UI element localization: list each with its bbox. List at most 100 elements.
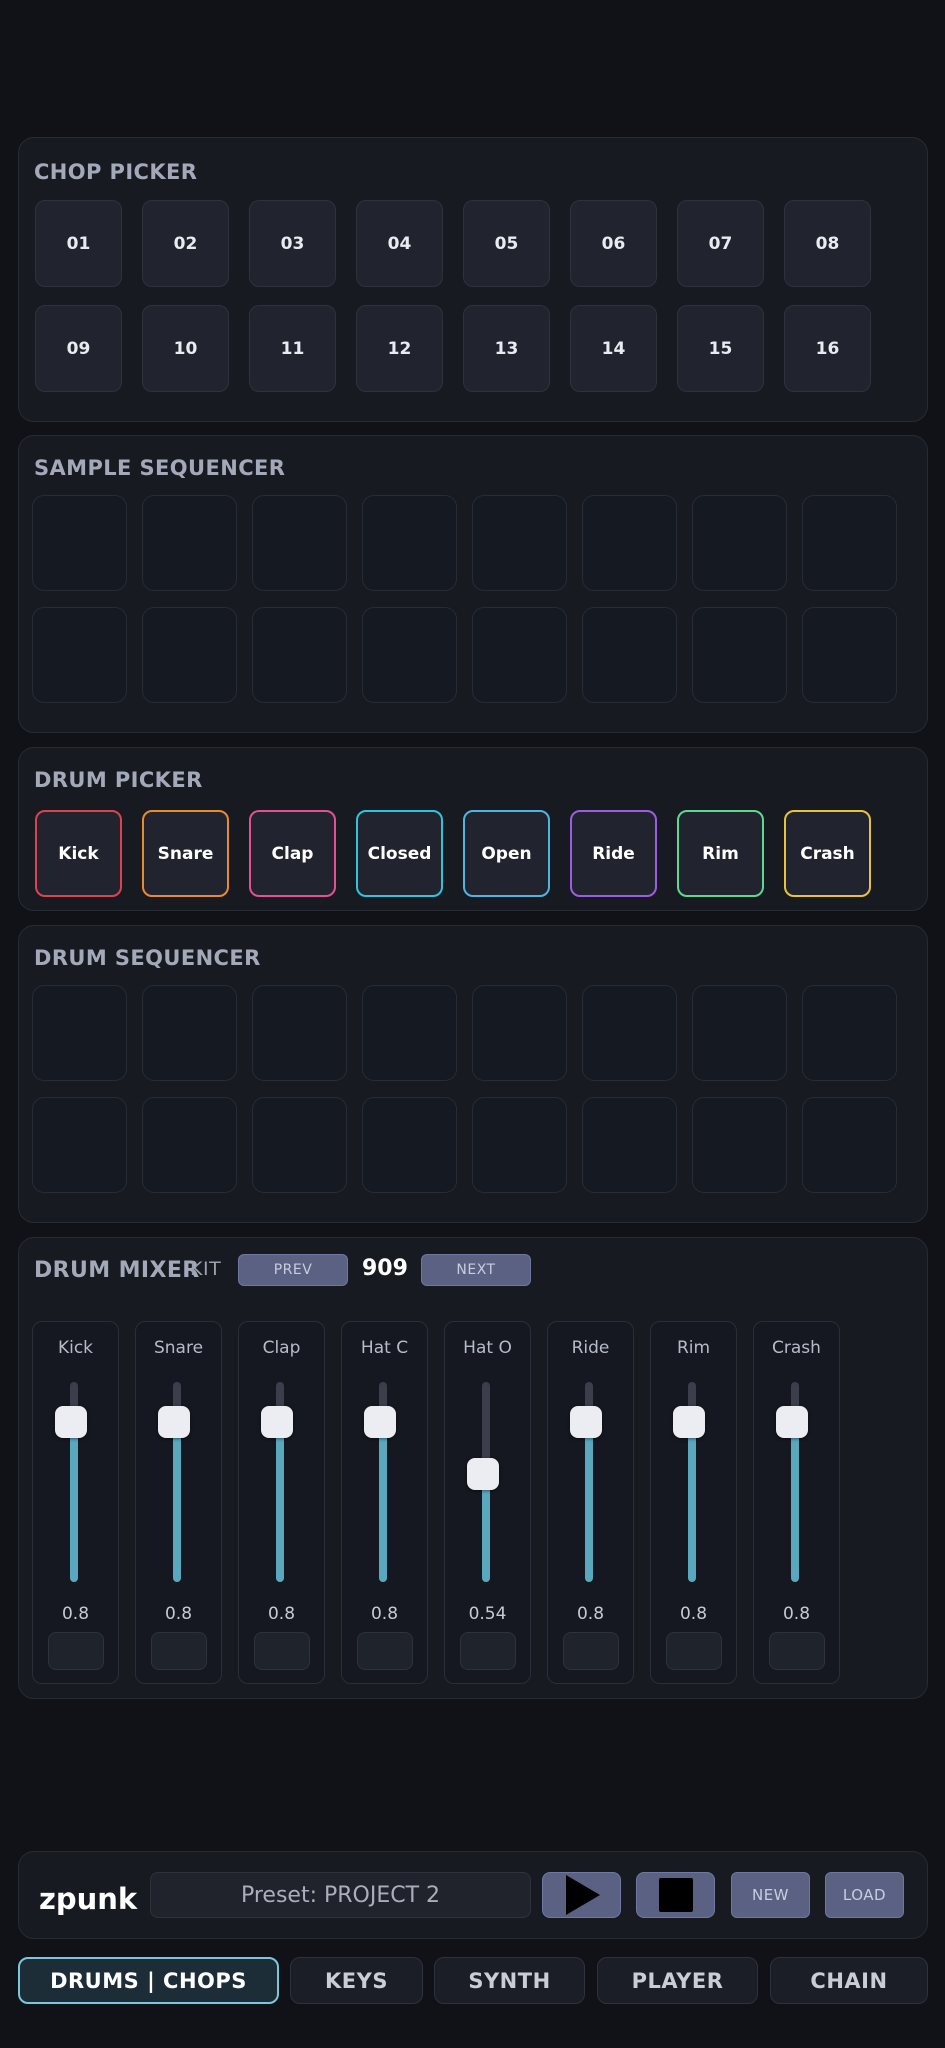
drum-seq-step-9[interactable] <box>32 1097 127 1193</box>
chop-button-04[interactable]: 04 <box>356 200 443 287</box>
kit-prev-button[interactable]: PREV <box>238 1254 348 1286</box>
chop-button-14[interactable]: 14 <box>570 305 657 392</box>
drum-button-clap[interactable]: Clap <box>249 810 336 897</box>
drum-seq-step-3[interactable] <box>252 985 347 1081</box>
chop-button-13[interactable]: 13 <box>463 305 550 392</box>
sample-seq-step-3[interactable] <box>252 495 347 591</box>
drum-seq-step-8[interactable] <box>802 985 897 1081</box>
volume-slider-thumb[interactable] <box>261 1406 293 1438</box>
sample-seq-step-2[interactable] <box>142 495 237 591</box>
sample-seq-step-12[interactable] <box>362 607 457 703</box>
channel-option-box[interactable] <box>563 1632 619 1670</box>
drum-button-closed[interactable]: Closed <box>356 810 443 897</box>
drum-seq-step-14[interactable] <box>582 1097 677 1193</box>
drum-seq-step-10[interactable] <box>142 1097 237 1193</box>
drum-sequencer-title: DRUM SEQUENCER <box>34 946 261 970</box>
sample-seq-step-10[interactable] <box>142 607 237 703</box>
channel-label: Hat C <box>360 1338 409 1358</box>
channel-option-box[interactable] <box>666 1632 722 1670</box>
sample-seq-step-4[interactable] <box>362 495 457 591</box>
drum-seq-step-15[interactable] <box>692 1097 787 1193</box>
chop-button-16[interactable]: 16 <box>784 305 871 392</box>
mixer-channel-clap: Clap 0.8 <box>238 1321 325 1684</box>
sample-seq-step-9[interactable] <box>32 607 127 703</box>
drum-seq-step-1[interactable] <box>32 985 127 1081</box>
new-button[interactable]: NEW <box>731 1872 810 1918</box>
tab-synth[interactable]: SYNTH <box>434 1957 585 2004</box>
sample-seq-step-11[interactable] <box>252 607 347 703</box>
stop-button[interactable] <box>636 1872 715 1918</box>
channel-label: Kick <box>57 1338 94 1358</box>
volume-slider-thumb[interactable] <box>158 1406 190 1438</box>
chop-button-15[interactable]: 15 <box>677 305 764 392</box>
chop-picker-title: CHOP PICKER <box>34 160 198 184</box>
drum-seq-step-12[interactable] <box>362 1097 457 1193</box>
drum-seq-step-11[interactable] <box>252 1097 347 1193</box>
sample-seq-step-13[interactable] <box>472 607 567 703</box>
channel-label: Clap <box>262 1338 301 1358</box>
volume-slider-fill <box>791 1422 799 1582</box>
sample-seq-step-8[interactable] <box>802 495 897 591</box>
load-button[interactable]: LOAD <box>825 1872 904 1918</box>
volume-slider-fill <box>585 1422 593 1582</box>
channel-option-box[interactable] <box>769 1632 825 1670</box>
chop-button-08[interactable]: 08 <box>784 200 871 287</box>
tab-player[interactable]: PLAYER <box>597 1957 758 2004</box>
volume-slider-thumb[interactable] <box>467 1458 499 1490</box>
drum-seq-step-13[interactable] <box>472 1097 567 1193</box>
channel-option-box[interactable] <box>460 1632 516 1670</box>
drum-button-kick[interactable]: Kick <box>35 810 122 897</box>
sample-seq-step-7[interactable] <box>692 495 787 591</box>
channel-option-box[interactable] <box>357 1632 413 1670</box>
chop-button-12[interactable]: 12 <box>356 305 443 392</box>
sample-seq-step-16[interactable] <box>802 607 897 703</box>
drum-seq-step-5[interactable] <box>472 985 567 1081</box>
sample-seq-step-15[interactable] <box>692 607 787 703</box>
volume-slider-thumb[interactable] <box>570 1406 602 1438</box>
channel-volume-value: 0.8 <box>782 1604 811 1624</box>
volume-slider-thumb[interactable] <box>364 1406 396 1438</box>
channel-option-box[interactable] <box>151 1632 207 1670</box>
play-button[interactable] <box>542 1872 621 1918</box>
volume-slider-thumb[interactable] <box>55 1406 87 1438</box>
sample-seq-step-1[interactable] <box>32 495 127 591</box>
chop-button-06[interactable]: 06 <box>570 200 657 287</box>
chop-button-01[interactable]: 01 <box>35 200 122 287</box>
mixer-channel-hat-c: Hat C 0.8 <box>341 1321 428 1684</box>
chop-button-10[interactable]: 10 <box>142 305 229 392</box>
channel-option-box[interactable] <box>48 1632 104 1670</box>
channel-volume-value: 0.54 <box>468 1604 507 1624</box>
tab-drums-chops[interactable]: DRUMS | CHOPS <box>18 1957 279 2004</box>
channel-option-box[interactable] <box>254 1632 310 1670</box>
app-logo: zpunk <box>39 1882 138 1916</box>
tab-keys[interactable]: KEYS <box>290 1957 423 2004</box>
channel-label: Rim <box>676 1338 711 1358</box>
chop-button-05[interactable]: 05 <box>463 200 550 287</box>
drum-button-crash[interactable]: Crash <box>784 810 871 897</box>
drum-button-open[interactable]: Open <box>463 810 550 897</box>
preset-display[interactable]: Preset: PROJECT 2 <box>150 1872 531 1918</box>
drum-seq-step-6[interactable] <box>582 985 677 1081</box>
volume-slider-thumb[interactable] <box>776 1406 808 1438</box>
volume-slider-thumb[interactable] <box>673 1406 705 1438</box>
chop-button-07[interactable]: 07 <box>677 200 764 287</box>
sample-seq-step-5[interactable] <box>472 495 567 591</box>
drum-button-snare[interactable]: Snare <box>142 810 229 897</box>
play-icon <box>565 1875 600 1915</box>
chop-button-02[interactable]: 02 <box>142 200 229 287</box>
volume-slider-fill <box>173 1422 181 1582</box>
sample-seq-step-14[interactable] <box>582 607 677 703</box>
chop-button-11[interactable]: 11 <box>249 305 336 392</box>
chop-button-03[interactable]: 03 <box>249 200 336 287</box>
tab-chain[interactable]: CHAIN <box>770 1957 928 2004</box>
kit-name: 909 <box>362 1256 408 1281</box>
sample-seq-step-6[interactable] <box>582 495 677 591</box>
drum-seq-step-16[interactable] <box>802 1097 897 1193</box>
kit-next-button[interactable]: NEXT <box>421 1254 531 1286</box>
drum-button-ride[interactable]: Ride <box>570 810 657 897</box>
drum-seq-step-4[interactable] <box>362 985 457 1081</box>
drum-seq-step-2[interactable] <box>142 985 237 1081</box>
chop-button-09[interactable]: 09 <box>35 305 122 392</box>
drum-button-rim[interactable]: Rim <box>677 810 764 897</box>
drum-seq-step-7[interactable] <box>692 985 787 1081</box>
